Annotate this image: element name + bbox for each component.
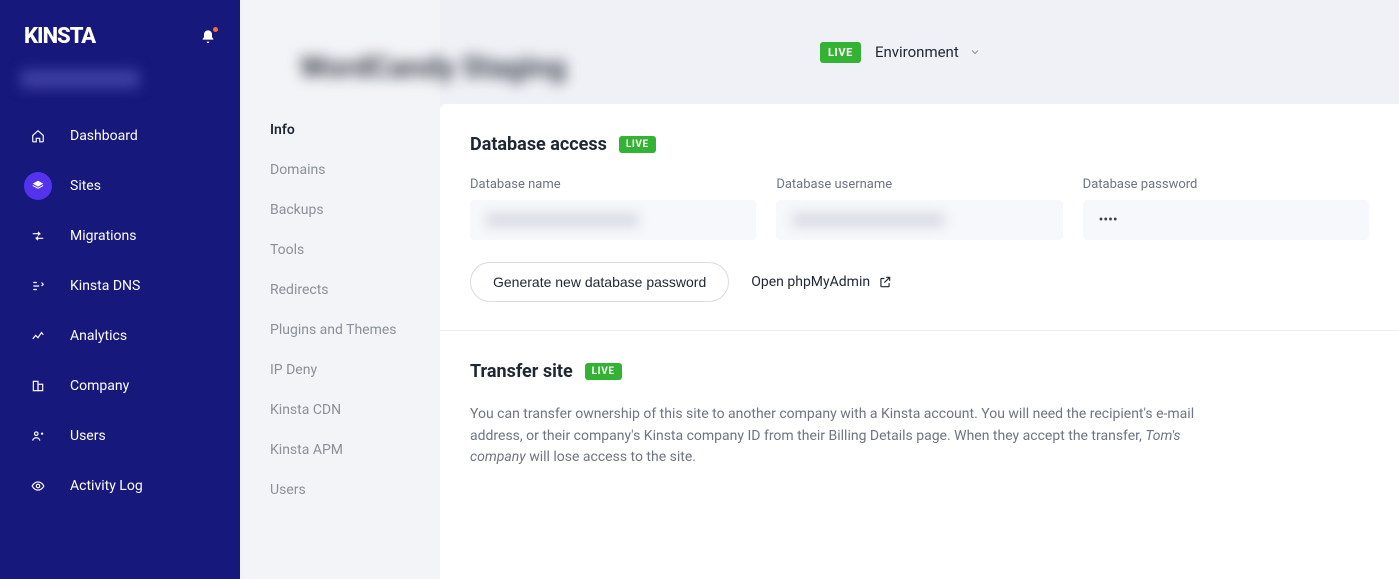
primary-nav: Dashboard Sites Migrations Kinsta DNS An… bbox=[0, 111, 240, 511]
nav-label: Sites bbox=[70, 178, 101, 194]
notification-dot bbox=[213, 27, 218, 32]
nav-label: Activity Log bbox=[70, 478, 143, 494]
nav-item-dns[interactable]: Kinsta DNS bbox=[0, 261, 240, 311]
subnav-item-redirects[interactable]: Redirects bbox=[240, 270, 440, 310]
field-db-name: Database name bbox=[470, 177, 756, 240]
field-db-password: Database password •••• bbox=[1083, 177, 1369, 240]
env-label: Environment bbox=[875, 43, 959, 61]
dns-icon bbox=[24, 272, 52, 300]
analytics-icon bbox=[24, 322, 52, 350]
company-icon bbox=[24, 372, 52, 400]
desc-post: will lose access to the site. bbox=[526, 449, 696, 465]
nav-item-sites[interactable]: Sites bbox=[0, 161, 240, 211]
live-badge: LIVE bbox=[585, 363, 622, 380]
content-card: Database access LIVE Database name Datab… bbox=[440, 104, 1399, 579]
db-username-value-redacted[interactable] bbox=[776, 200, 1062, 240]
section-heading: Database access LIVE bbox=[470, 134, 1369, 155]
subnav-item-plugins-themes[interactable]: Plugins and Themes bbox=[240, 310, 440, 350]
chevron-down-icon bbox=[969, 46, 981, 58]
layers-icon bbox=[24, 172, 52, 200]
nav-label: Users bbox=[70, 428, 106, 444]
field-db-username: Database username bbox=[776, 177, 1062, 240]
nav-label: Kinsta DNS bbox=[70, 278, 140, 294]
section-title: Database access bbox=[470, 134, 607, 155]
main: LIVE Environment Database access LIVE Da… bbox=[440, 0, 1399, 579]
subnav-item-users[interactable]: Users bbox=[240, 470, 440, 510]
db-name-value-redacted[interactable] bbox=[470, 200, 756, 240]
migrate-icon bbox=[24, 222, 52, 250]
nav-item-dashboard[interactable]: Dashboard bbox=[0, 111, 240, 161]
nav-label: Migrations bbox=[70, 228, 137, 244]
live-badge: LIVE bbox=[619, 136, 656, 153]
home-icon bbox=[24, 122, 52, 150]
nav-item-analytics[interactable]: Analytics bbox=[0, 311, 240, 361]
nav-label: Analytics bbox=[70, 328, 127, 344]
subnav-item-info[interactable]: Info bbox=[240, 110, 440, 150]
nav-label: Dashboard bbox=[70, 128, 138, 144]
nav-item-migrations[interactable]: Migrations bbox=[0, 211, 240, 261]
external-link-icon bbox=[878, 275, 892, 289]
account-name-redacted bbox=[20, 69, 140, 89]
section-title: Transfer site bbox=[470, 361, 573, 382]
nav-label: Company bbox=[70, 378, 129, 394]
field-label: Database password bbox=[1083, 177, 1369, 192]
section-heading: Transfer site LIVE bbox=[470, 361, 1369, 382]
subnav-item-backups[interactable]: Backups bbox=[240, 190, 440, 230]
subnav-item-tools[interactable]: Tools bbox=[240, 230, 440, 270]
subnav-item-cdn[interactable]: Kinsta CDN bbox=[240, 390, 440, 430]
generate-new-db-password-button[interactable]: Generate new database password bbox=[470, 262, 729, 302]
nav-item-activity-log[interactable]: Activity Log bbox=[0, 461, 240, 511]
transfer-description: You can transfer ownership of this site … bbox=[470, 404, 1230, 469]
transfer-site-section: Transfer site LIVE You can transfer owne… bbox=[440, 331, 1399, 497]
environment-selector[interactable]: Environment bbox=[875, 43, 981, 61]
sidebar: KINSTA Dashboard Sites Migrations bbox=[0, 0, 240, 579]
subnav-item-apm[interactable]: Kinsta APM bbox=[240, 430, 440, 470]
desc-pre: You can transfer ownership of this site … bbox=[470, 406, 1194, 444]
brand-logo: KINSTA bbox=[24, 24, 95, 49]
subnav-item-domains[interactable]: Domains bbox=[240, 150, 440, 190]
env-live-badge: LIVE bbox=[820, 42, 861, 63]
nav-item-users[interactable]: Users bbox=[0, 411, 240, 461]
open-phpmyadmin-link[interactable]: Open phpMyAdmin bbox=[751, 274, 892, 290]
password-dots: •••• bbox=[1099, 212, 1118, 228]
db-password-value-masked[interactable]: •••• bbox=[1083, 200, 1369, 240]
field-label: Database name bbox=[470, 177, 756, 192]
notifications-bell-icon[interactable] bbox=[200, 29, 216, 45]
database-access-section: Database access LIVE Database name Datab… bbox=[440, 104, 1399, 331]
link-label: Open phpMyAdmin bbox=[751, 274, 870, 290]
nav-item-company[interactable]: Company bbox=[0, 361, 240, 411]
subnav-item-ip-deny[interactable]: IP Deny bbox=[240, 350, 440, 390]
field-label: Database username bbox=[776, 177, 1062, 192]
users-icon bbox=[24, 422, 52, 450]
eye-icon bbox=[24, 472, 52, 500]
site-subnav: Info Domains Backups Tools Redirects Plu… bbox=[240, 0, 440, 579]
topbar: LIVE Environment bbox=[440, 0, 1399, 104]
